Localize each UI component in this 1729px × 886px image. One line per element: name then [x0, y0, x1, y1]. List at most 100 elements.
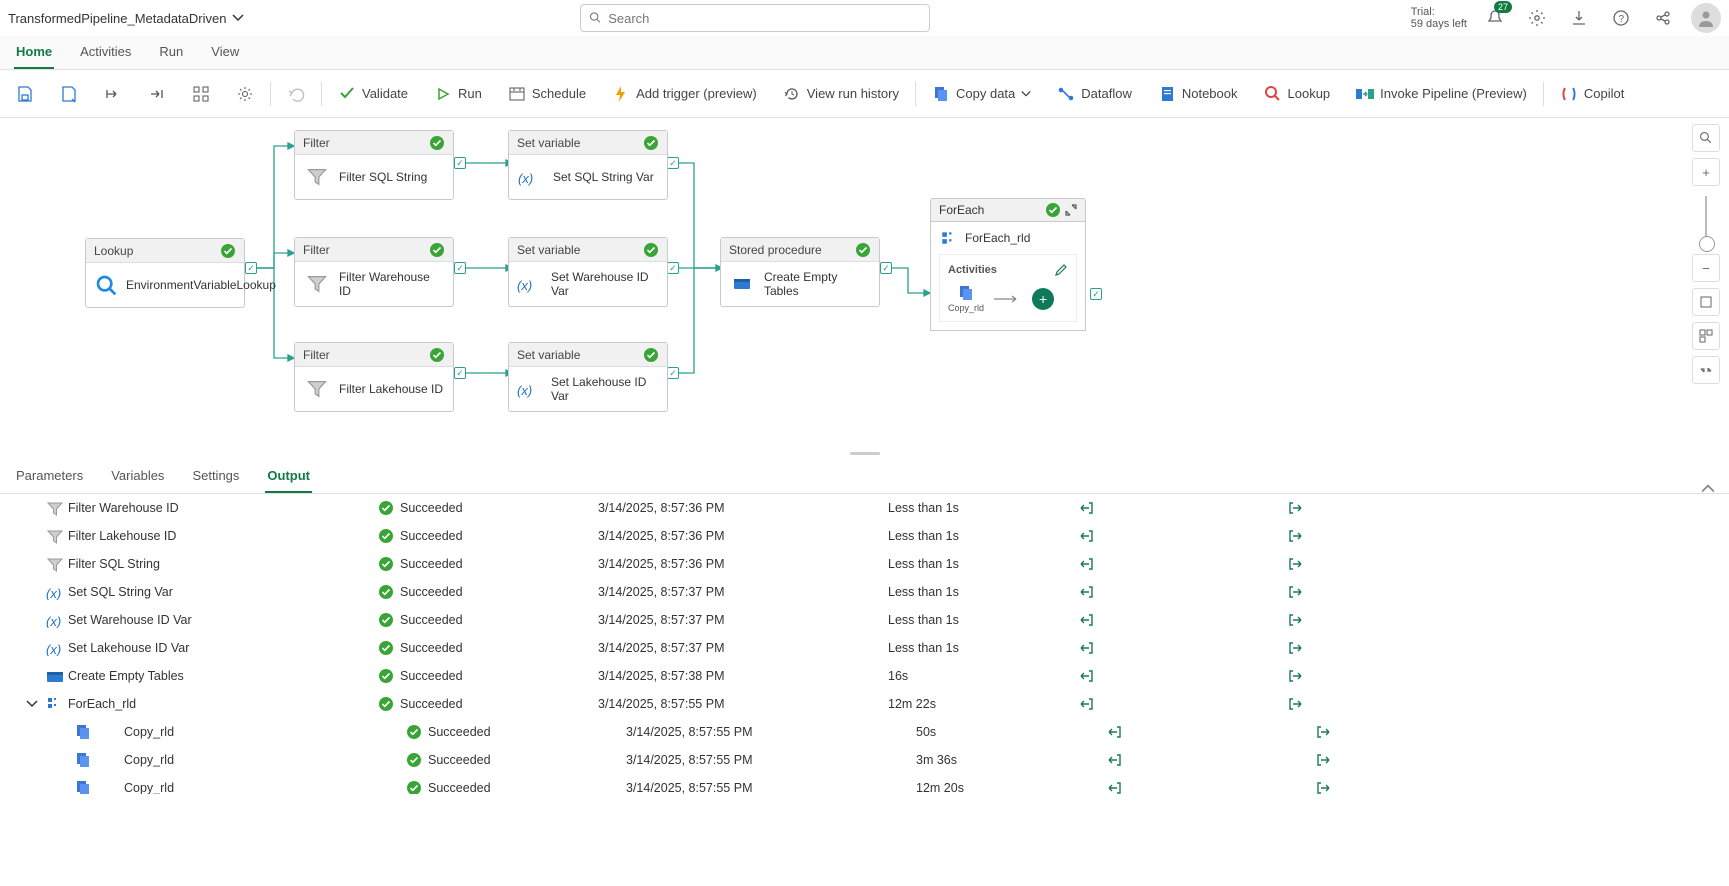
- table-row[interactable]: Set Lakehouse ID VarSucceeded3/14/2025, …: [0, 634, 1729, 662]
- tab-run[interactable]: Run: [157, 38, 185, 69]
- activity-name: Filter SQL String: [68, 557, 378, 571]
- node-filter-lakehouse[interactable]: Filter Filter Lakehouse ID: [294, 342, 454, 412]
- table-row[interactable]: Copy_rldSucceeded3/14/2025, 8:57:55 PM12…: [0, 774, 1729, 794]
- table-row[interactable]: Filter Warehouse IDSucceeded3/14/2025, 8…: [0, 494, 1729, 522]
- output-icon[interactable]: [1288, 528, 1304, 544]
- share-button[interactable]: [1649, 4, 1677, 32]
- input-icon[interactable]: [1078, 584, 1094, 600]
- input-icon[interactable]: [1078, 528, 1094, 544]
- gear-button[interactable]: [230, 80, 260, 108]
- move-end-button[interactable]: [142, 80, 172, 108]
- zoom-out-button[interactable]: −: [1692, 254, 1720, 282]
- zoom-in-button[interactable]: +: [1692, 158, 1720, 186]
- success-icon: [406, 752, 422, 768]
- tab-activities[interactable]: Activities: [78, 38, 133, 69]
- output-icon[interactable]: [1288, 668, 1304, 684]
- output-icon[interactable]: [1288, 640, 1304, 656]
- table-row[interactable]: ForEach_rldSucceeded3/14/2025, 8:57:55 P…: [0, 690, 1729, 718]
- search-box[interactable]: [580, 4, 930, 32]
- input-icon[interactable]: [1078, 612, 1094, 628]
- output-icon[interactable]: [1316, 724, 1332, 740]
- node-stored-procedure[interactable]: Stored procedure Create Empty Tables: [720, 237, 880, 307]
- status-label: Succeeded: [400, 585, 463, 599]
- chevron-up-icon[interactable]: [1701, 483, 1715, 493]
- duration: 12m 22s: [888, 697, 1078, 711]
- move-right-button[interactable]: [98, 80, 128, 108]
- collapse-button[interactable]: [1692, 356, 1720, 384]
- expand-icon[interactable]: [1065, 204, 1077, 216]
- download-button[interactable]: [1565, 4, 1593, 32]
- table-row[interactable]: Create Empty TablesSucceeded3/14/2025, 8…: [0, 662, 1729, 690]
- tab-view[interactable]: View: [209, 38, 241, 69]
- node-filter-warehouse[interactable]: Filter Filter Warehouse ID: [294, 237, 454, 307]
- node-foreach[interactable]: ForEach ForEach_rld Activities Copy_: [930, 198, 1086, 331]
- table-row[interactable]: Filter SQL StringSucceeded3/14/2025, 8:5…: [0, 550, 1729, 578]
- search-input[interactable]: [608, 6, 921, 30]
- add-trigger-button[interactable]: Add trigger (preview): [606, 80, 763, 108]
- success-icon: [429, 135, 445, 151]
- output-icon[interactable]: [1316, 780, 1332, 794]
- input-icon[interactable]: [1106, 780, 1122, 794]
- input-icon[interactable]: [1106, 752, 1122, 768]
- undo-button[interactable]: [281, 80, 311, 108]
- input-icon[interactable]: [1078, 668, 1094, 684]
- output-table[interactable]: Filter Warehouse IDSucceeded3/14/2025, 8…: [0, 494, 1729, 794]
- zoom-slider[interactable]: [1705, 196, 1707, 244]
- input-icon[interactable]: [1078, 556, 1094, 572]
- output-icon[interactable]: [1288, 500, 1304, 516]
- btab-variables[interactable]: Variables: [109, 462, 166, 493]
- node-setvar-lakehouse[interactable]: Set variable Set Lakehouse ID Var: [508, 342, 668, 412]
- timestamp: 3/14/2025, 8:57:55 PM: [626, 725, 916, 739]
- validate-button[interactable]: Validate: [332, 80, 414, 108]
- btab-output[interactable]: Output: [265, 462, 312, 493]
- invoke-pipeline-button[interactable]: Invoke Pipeline (Preview): [1350, 80, 1533, 108]
- edit-icon[interactable]: [1054, 263, 1068, 277]
- output-icon[interactable]: [1288, 556, 1304, 572]
- input-icon[interactable]: [1078, 500, 1094, 516]
- sitemap-button[interactable]: [186, 80, 216, 108]
- table-row[interactable]: Copy_rldSucceeded3/14/2025, 8:57:55 PM50…: [0, 718, 1729, 746]
- output-icon[interactable]: [1288, 696, 1304, 712]
- node-setvar-sql[interactable]: Set variable Set SQL String Var: [508, 130, 668, 200]
- lookup-button[interactable]: Lookup: [1258, 80, 1337, 108]
- chevron-down-icon[interactable]: [26, 700, 38, 708]
- avatar[interactable]: [1691, 3, 1721, 33]
- page-title[interactable]: TransformedPipeline_MetadataDriven: [8, 11, 244, 26]
- output-icon[interactable]: [1288, 612, 1304, 628]
- output-icon[interactable]: [1288, 584, 1304, 600]
- add-activity-button[interactable]: +: [1032, 288, 1054, 310]
- fit-button[interactable]: [1692, 288, 1720, 316]
- notebook-button[interactable]: Notebook: [1152, 80, 1244, 108]
- tab-home[interactable]: Home: [14, 38, 54, 69]
- notifications-button[interactable]: 27: [1481, 4, 1509, 32]
- run-history-button[interactable]: View run history: [777, 80, 905, 108]
- layout-button[interactable]: [1692, 322, 1720, 350]
- activity-icon: [42, 780, 96, 794]
- copilot-button[interactable]: Copilot: [1554, 80, 1630, 108]
- input-icon[interactable]: [1106, 724, 1122, 740]
- help-button[interactable]: ?: [1607, 4, 1635, 32]
- dataflow-button[interactable]: Dataflow: [1051, 80, 1138, 108]
- table-row[interactable]: Set SQL String VarSucceeded3/14/2025, 8:…: [0, 578, 1729, 606]
- input-icon[interactable]: [1078, 640, 1094, 656]
- btab-settings[interactable]: Settings: [190, 462, 241, 493]
- schedule-button[interactable]: Schedule: [502, 80, 592, 108]
- node-setvar-warehouse[interactable]: Set variable Set Warehouse ID Var: [508, 237, 668, 307]
- output-icon[interactable]: [1316, 752, 1332, 768]
- node-lookup[interactable]: Lookup EnvironmentVariableLookup: [85, 238, 245, 308]
- save-as-button[interactable]: [54, 80, 84, 108]
- node-filter-sql[interactable]: Filter Filter SQL String: [294, 130, 454, 200]
- run-button[interactable]: Run: [428, 80, 488, 108]
- save-button[interactable]: [10, 80, 40, 108]
- table-row[interactable]: Copy_rldSucceeded3/14/2025, 8:57:55 PM3m…: [0, 746, 1729, 774]
- canvas-search-button[interactable]: [1692, 124, 1720, 152]
- settings-button[interactable]: [1523, 4, 1551, 32]
- table-row[interactable]: Filter Lakehouse IDSucceeded3/14/2025, 8…: [0, 522, 1729, 550]
- search-icon: [589, 11, 602, 25]
- pipeline-canvas[interactable]: ✓ ✓ ✓ ✓ ✓ ✓ ✓ ✓ ✓ Lookup EnvironmentVari…: [0, 118, 1729, 448]
- table-row[interactable]: Set Warehouse ID VarSucceeded3/14/2025, …: [0, 606, 1729, 634]
- panel-resize-handle[interactable]: [0, 448, 1729, 458]
- copy-data-button[interactable]: Copy data: [926, 80, 1037, 108]
- btab-parameters[interactable]: Parameters: [14, 462, 85, 493]
- input-icon[interactable]: [1078, 696, 1094, 712]
